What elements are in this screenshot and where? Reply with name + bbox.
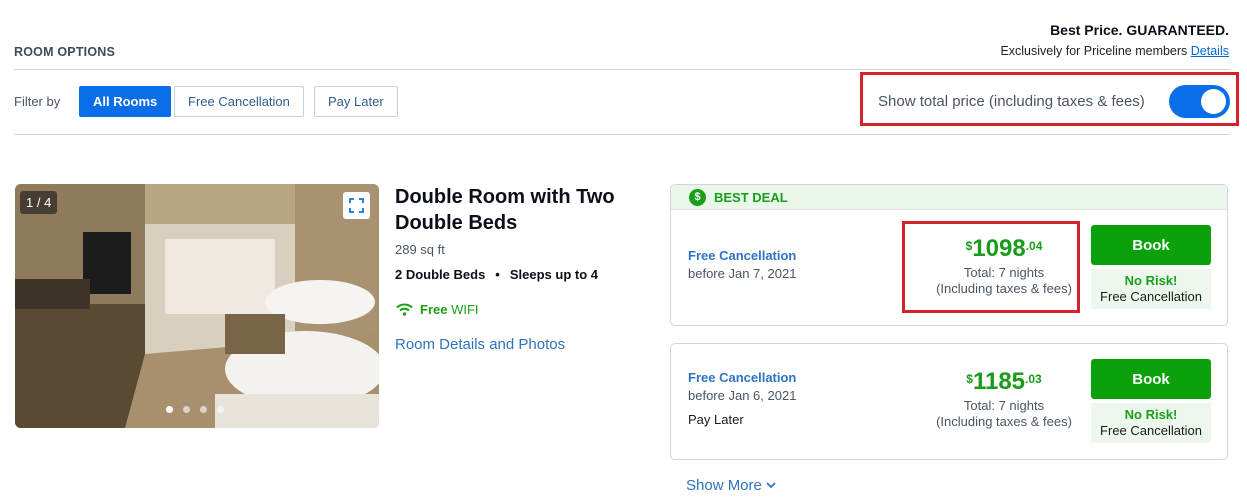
cancellation-info: Free Cancellation before Jan 7, 2021: [688, 248, 796, 281]
guarantee-title: Best Price. GUARANTEED.: [1050, 22, 1229, 38]
book-button[interactable]: Book: [1091, 225, 1211, 265]
room-title: Double Room with Two Double Beds: [395, 184, 655, 236]
room-photo-illustration: [15, 184, 379, 428]
no-risk-subtitle: Free Cancellation: [1100, 289, 1202, 304]
expand-glyph: [349, 198, 364, 213]
no-risk-subtitle: Free Cancellation: [1100, 423, 1202, 438]
cancellation-info: Free Cancellation before Jan 6, 2021 Pay…: [688, 370, 796, 427]
wifi-free: Free: [420, 302, 448, 317]
price-nights: Total: 7 nights: [963, 398, 1045, 413]
price-block: $ 1185 .03 Total: 7 nights (Including ta…: [915, 370, 1093, 430]
cancellation-title: Free Cancellation: [688, 370, 797, 385]
room-title-line: Double Room with Two: [395, 186, 615, 208]
bullet: •: [495, 267, 500, 282]
divider: [14, 134, 1230, 135]
photo-carousel-dots[interactable]: [166, 406, 224, 413]
no-risk-note: No Risk! Free Cancellation: [1091, 269, 1211, 309]
dollar-icon: $: [689, 188, 706, 206]
price-currency: $: [966, 372, 973, 386]
room-title-line: Double Beds: [395, 212, 518, 234]
wifi-amenity: Free WIFI: [396, 302, 479, 317]
price: $ 1185 .03: [915, 370, 1093, 394]
price-guarantee: Best Price. GUARANTEED. Exclusively for …: [1000, 22, 1229, 58]
filter-label: Filter by: [14, 94, 61, 109]
photo-counter: 1 / 4: [20, 191, 58, 214]
sleeps: Sleeps up to 4: [509, 267, 598, 282]
total-price-toggle-label: Show total price (including taxes & fees…: [878, 93, 1145, 110]
guarantee-text: Exclusively for Priceline members: [1000, 44, 1188, 58]
wifi-icon: [396, 303, 413, 316]
cancellation-title: Free Cancellation: [688, 248, 797, 263]
toggle-knob: [1201, 89, 1226, 114]
price-cents: .03: [1025, 372, 1042, 386]
pay-later-label: Pay Later: [688, 412, 744, 427]
guarantee-subtitle: Exclusively for Priceline members Detail…: [1000, 44, 1229, 58]
book-button[interactable]: Book: [1091, 359, 1211, 399]
details-link[interactable]: Details: [1191, 44, 1229, 58]
no-risk-title: No Risk!: [1124, 407, 1178, 422]
show-more-label: Show More: [686, 477, 762, 494]
room-size: 289 sq ft: [395, 242, 445, 257]
cancellation-date: before Jan 7, 2021: [688, 266, 797, 281]
cancellation-date: before Jan 6, 2021: [688, 388, 797, 403]
best-deal-banner: $ BEST DEAL: [671, 185, 1227, 210]
book-area: Book No Risk! Free Cancellation: [1091, 225, 1211, 309]
filter-pay-later[interactable]: Pay Later: [314, 86, 398, 117]
total-price-toggle[interactable]: [1169, 85, 1230, 118]
divider: [14, 69, 1230, 70]
carousel-dot[interactable]: [217, 406, 224, 413]
filter-free-cancellation[interactable]: Free Cancellation: [174, 86, 304, 117]
carousel-dot[interactable]: [166, 406, 173, 413]
carousel-dot[interactable]: [183, 406, 190, 413]
room-photo[interactable]: [15, 184, 379, 428]
carousel-dot[interactable]: [200, 406, 207, 413]
room-details-link[interactable]: Room Details and Photos: [395, 336, 565, 353]
no-risk-note: No Risk! Free Cancellation: [1091, 403, 1211, 443]
book-area: Book No Risk! Free Cancellation: [1091, 359, 1211, 443]
bed-count: 2 Double Beds: [395, 267, 486, 282]
chevron-down-icon: [766, 482, 776, 489]
section-title: ROOM OPTIONS: [14, 45, 116, 59]
highlight-box: [902, 221, 1080, 313]
room-beds: 2 Double Beds • Sleeps up to 4: [395, 267, 598, 282]
no-risk-title: No Risk!: [1124, 273, 1178, 288]
expand-icon[interactable]: [343, 192, 370, 219]
wifi-label: WIFI: [451, 302, 479, 317]
price-amount: 1185: [972, 368, 1026, 395]
price-taxes-note: (Including taxes & fees): [936, 414, 1072, 429]
best-deal-label: BEST DEAL: [714, 189, 788, 205]
rate-card: Free Cancellation before Jan 6, 2021 Pay…: [670, 343, 1228, 460]
show-more-link[interactable]: Show More: [686, 477, 776, 494]
filter-all-rooms[interactable]: All Rooms: [79, 86, 172, 117]
